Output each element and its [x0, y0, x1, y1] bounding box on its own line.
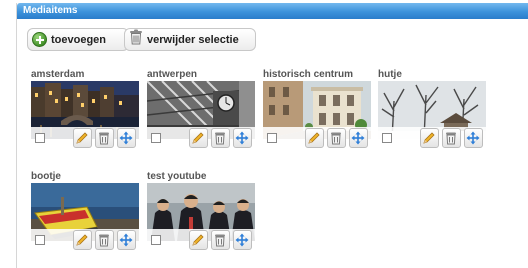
trash-icon [215, 234, 226, 247]
trash-icon [446, 132, 457, 145]
pencil-icon [192, 132, 204, 144]
edit-button[interactable] [72, 230, 92, 250]
select-checkbox[interactable] [35, 235, 45, 245]
add-media-label: toevoegen [51, 33, 107, 46]
trash-icon [215, 132, 226, 145]
edit-button[interactable] [188, 128, 208, 148]
mediaitems-panel: Mediaitems toevoegen verwijder selectie … [16, 3, 528, 268]
media-item-title: test youtube [147, 171, 207, 182]
delete-selection-label: verwijder selectie [147, 33, 239, 46]
media-item-toolbar [378, 127, 486, 149]
media-item-toolbar [147, 127, 255, 149]
move-icon [119, 131, 133, 145]
media-item-title: bootje [31, 171, 61, 182]
media-item: bootje [31, 171, 139, 264]
add-media-button[interactable]: toevoegen [27, 28, 129, 51]
media-item: hutje [378, 69, 486, 162]
delete-selection-button[interactable]: verwijder selectie [124, 28, 256, 51]
media-item-title: hutje [378, 69, 402, 80]
pencil-icon [192, 234, 204, 246]
media-item: test youtube [147, 171, 255, 264]
pencil-icon [308, 132, 320, 144]
move-icon [235, 233, 249, 247]
move-button[interactable] [348, 128, 368, 148]
select-checkbox[interactable] [267, 133, 277, 143]
move-button[interactable] [232, 128, 252, 148]
delete-button[interactable] [210, 128, 230, 148]
media-item-toolbar [31, 229, 139, 251]
media-item: amsterdam [31, 69, 139, 162]
move-button[interactable] [463, 128, 483, 148]
delete-button[interactable] [441, 128, 461, 148]
move-button[interactable] [116, 128, 136, 148]
media-item-toolbar [263, 127, 371, 149]
delete-button[interactable] [94, 230, 114, 250]
media-item-title: amsterdam [31, 69, 85, 80]
media-item-toolbar [31, 127, 139, 149]
trash-icon [129, 29, 143, 50]
trash-icon [99, 132, 110, 145]
media-item: antwerpen [147, 69, 255, 162]
media-item-toolbar [147, 229, 255, 251]
add-icon [32, 32, 47, 47]
select-checkbox[interactable] [151, 133, 161, 143]
move-icon [119, 233, 133, 247]
edit-button[interactable] [188, 230, 208, 250]
move-button[interactable] [232, 230, 252, 250]
panel-title: Mediaitems [23, 5, 78, 16]
delete-button[interactable] [94, 128, 114, 148]
move-icon [235, 131, 249, 145]
panel-header: Mediaitems [17, 3, 528, 19]
pencil-icon [76, 234, 88, 246]
select-checkbox[interactable] [382, 133, 392, 143]
edit-button[interactable] [72, 128, 92, 148]
trash-icon [331, 132, 342, 145]
move-icon [351, 131, 365, 145]
move-icon [466, 131, 480, 145]
pencil-icon [76, 132, 88, 144]
media-item-title: historisch centrum [263, 69, 354, 80]
media-item-title: antwerpen [147, 69, 198, 80]
select-checkbox[interactable] [35, 133, 45, 143]
edit-button[interactable] [419, 128, 439, 148]
move-button[interactable] [116, 230, 136, 250]
media-item: historisch centrum [263, 69, 371, 162]
select-checkbox[interactable] [151, 235, 161, 245]
edit-button[interactable] [304, 128, 324, 148]
delete-button[interactable] [326, 128, 346, 148]
pencil-icon [423, 132, 435, 144]
trash-icon [99, 234, 110, 247]
delete-button[interactable] [210, 230, 230, 250]
